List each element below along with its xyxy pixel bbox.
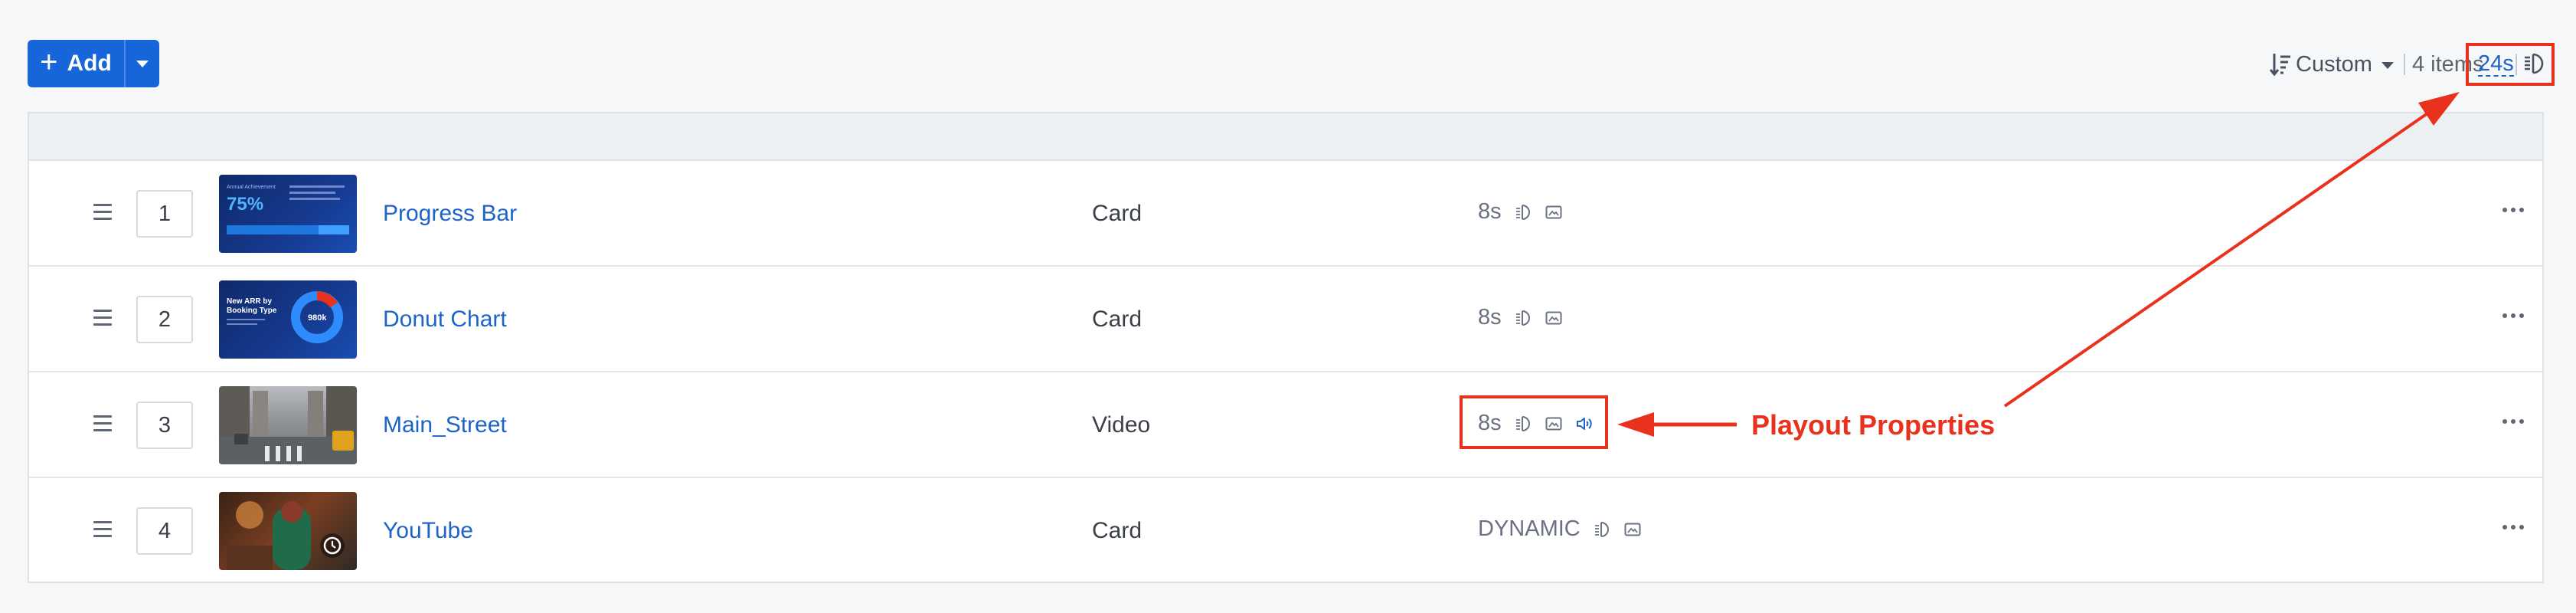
thumb-text: Booking Type bbox=[227, 306, 277, 315]
image-icon[interactable] bbox=[1545, 415, 1563, 433]
image-icon[interactable] bbox=[1545, 203, 1563, 221]
duration-mode-icon[interactable] bbox=[1514, 309, 1532, 327]
item-type: Card bbox=[1092, 518, 1143, 543]
thumb-text: New ARR by bbox=[227, 297, 273, 306]
thumbnail: Annual Achievement 75% bbox=[219, 175, 357, 253]
order-input[interactable]: 1 bbox=[136, 190, 193, 238]
drag-handle-icon[interactable] bbox=[93, 204, 112, 221]
duration-mode-icon[interactable] bbox=[1514, 415, 1532, 433]
sort-icon[interactable] bbox=[2270, 52, 2291, 77]
playout-properties: 8s bbox=[1478, 305, 1563, 330]
more-options-icon[interactable] bbox=[2502, 520, 2533, 535]
divider bbox=[2404, 54, 2405, 75]
drag-handle-icon[interactable] bbox=[93, 415, 112, 432]
table-row[interactable]: 3 Main_Street Video 8s bbox=[29, 372, 2542, 478]
item-name-link[interactable]: Donut Chart bbox=[383, 306, 507, 333]
add-button[interactable]: + Add bbox=[28, 40, 124, 87]
chevron-down-icon[interactable] bbox=[2381, 62, 2394, 69]
item-name-link[interactable]: Main_Street bbox=[383, 412, 507, 438]
playout-properties: DYNAMIC bbox=[1478, 516, 1642, 542]
drag-handle-icon[interactable] bbox=[93, 310, 112, 326]
table-row[interactable]: 1 Annual Achievement 75% Progress Bar Ca… bbox=[29, 161, 2542, 267]
sort-dropdown[interactable]: Custom bbox=[2296, 52, 2372, 77]
item-type: Video bbox=[1092, 412, 1151, 438]
total-duration[interactable]: 24s bbox=[2478, 52, 2514, 77]
thumb-text: 75% bbox=[227, 194, 263, 215]
add-dropdown-button[interactable] bbox=[126, 40, 159, 87]
thumb-text: 980k bbox=[308, 313, 327, 323]
divider bbox=[2516, 54, 2517, 75]
thumb-text: Annual Achievement bbox=[227, 185, 276, 190]
duration-value[interactable]: 8s bbox=[1478, 411, 1502, 436]
playout-properties: 8s bbox=[1478, 199, 1563, 225]
drag-handle-icon[interactable] bbox=[93, 521, 112, 538]
item-type: Card bbox=[1092, 306, 1143, 332]
order-input[interactable]: 3 bbox=[136, 402, 193, 449]
item-type: Card bbox=[1092, 201, 1143, 226]
thumbnail: New ARR by Booking Type 980k bbox=[219, 280, 357, 359]
duration-mode-icon[interactable] bbox=[2522, 52, 2545, 75]
more-options-icon[interactable] bbox=[2502, 202, 2533, 218]
volume-icon[interactable] bbox=[1575, 415, 1594, 433]
duration-mode-icon[interactable] bbox=[1593, 520, 1611, 539]
table-header bbox=[29, 113, 2542, 161]
add-button-group: + Add bbox=[28, 40, 159, 87]
item-name-link[interactable]: Progress Bar bbox=[383, 201, 517, 227]
more-options-icon[interactable] bbox=[2502, 308, 2533, 323]
duration-value[interactable]: DYNAMIC bbox=[1478, 516, 1581, 542]
table-row[interactable]: 4 YouTube Card DYNAMIC bbox=[29, 478, 2542, 584]
playlist-table: 1 Annual Achievement 75% Progress Bar Ca… bbox=[28, 112, 2544, 583]
image-icon[interactable] bbox=[1623, 520, 1642, 539]
image-icon[interactable] bbox=[1545, 309, 1563, 327]
duration-mode-icon[interactable] bbox=[1514, 203, 1532, 221]
chevron-down-icon bbox=[136, 60, 149, 67]
duration-value[interactable]: 8s bbox=[1478, 199, 1502, 225]
thumbnail bbox=[219, 492, 357, 570]
order-input[interactable]: 2 bbox=[136, 296, 193, 343]
playout-properties: 8s bbox=[1478, 411, 1594, 436]
more-options-icon[interactable] bbox=[2502, 414, 2533, 429]
add-button-label: Add bbox=[67, 51, 112, 76]
items-count: 4 items bbox=[2412, 52, 2484, 77]
plus-icon: + bbox=[40, 45, 58, 79]
annotation-label: Playout Properties bbox=[1751, 409, 1996, 441]
order-input[interactable]: 4 bbox=[136, 507, 193, 555]
duration-value[interactable]: 8s bbox=[1478, 305, 1502, 330]
item-name-link[interactable]: YouTube bbox=[383, 518, 473, 544]
thumbnail bbox=[219, 386, 357, 464]
table-row[interactable]: 2 New ARR by Booking Type 980k Donut Cha… bbox=[29, 267, 2542, 372]
